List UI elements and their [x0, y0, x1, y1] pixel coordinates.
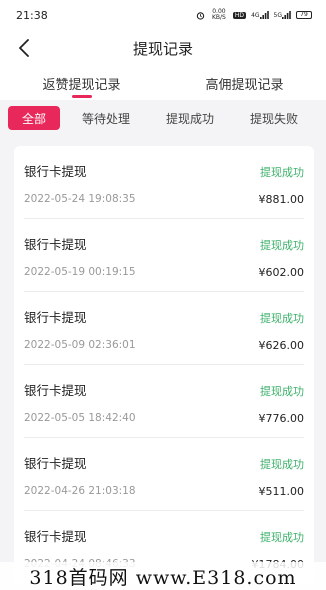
status-time: 21:38: [16, 8, 48, 22]
withdrawal-type: 银行卡提现: [24, 456, 87, 471]
status-bar: 21:38 0.00 KB/S HD 4G 5G 79: [0, 0, 326, 30]
list-item[interactable]: 银行卡提现 提现成功 2022-05-19 00:19:15 ¥602.00: [24, 219, 304, 292]
alarm-icon: [196, 11, 205, 20]
nav-bar: 提现记录: [0, 30, 326, 66]
status-badge: 提现成功: [260, 531, 304, 544]
hd-icon: HD: [232, 11, 247, 19]
top-section: 21:38 0.00 KB/S HD 4G 5G 79 提现记录 返赞提现记录: [0, 0, 326, 100]
status-badge: 提现成功: [260, 166, 304, 179]
withdrawal-type: 银行卡提现: [24, 310, 87, 325]
tab-rebate-withdrawals[interactable]: 返赞提现记录: [0, 66, 163, 100]
signal-icon-2: 5G: [274, 11, 291, 19]
list-item[interactable]: 银行卡提现 提现成功 2022-05-09 02:36:01 ¥626.00: [24, 292, 304, 365]
back-button[interactable]: [12, 36, 36, 60]
withdrawal-time: 2022-05-19 00:19:15: [24, 266, 136, 278]
battery-icon: 79: [296, 11, 312, 19]
tab-label: 高佣提现记录: [205, 77, 284, 93]
filter-failed[interactable]: 提现失败: [236, 106, 312, 130]
withdrawal-type: 银行卡提现: [24, 164, 87, 179]
status-badge: 提现成功: [260, 385, 304, 398]
status-badge: 提现成功: [260, 239, 304, 252]
withdrawal-amount: ¥881.00: [258, 193, 305, 206]
status-badge: 提现成功: [260, 458, 304, 471]
withdrawal-type: 银行卡提现: [24, 529, 87, 544]
filter-pending[interactable]: 等待处理: [68, 106, 144, 130]
withdrawal-amount: ¥511.00: [258, 485, 305, 498]
chevron-left-icon: [19, 39, 29, 57]
withdrawal-amount: ¥602.00: [258, 266, 305, 279]
withdrawal-time: 2022-05-09 02:36:01: [24, 339, 136, 351]
main-tabs: 返赞提现记录 高佣提现记录: [0, 66, 326, 100]
withdrawal-list: 银行卡提现 提现成功 2022-05-24 19:08:35 ¥881.00 银…: [14, 146, 314, 584]
list-item[interactable]: 银行卡提现 提现成功 2022-04-26 21:03:18 ¥511.00: [24, 438, 304, 511]
status-badge: 提现成功: [260, 312, 304, 325]
signal-icon: 4G: [251, 11, 269, 19]
filter-all[interactable]: 全部: [8, 106, 61, 130]
list-item[interactable]: 银行卡提现 提现成功 2022-05-05 18:42:40 ¥776.00: [24, 365, 304, 438]
status-icons: 0.00 KB/S HD 4G 5G 79: [196, 9, 312, 21]
tab-commission-withdrawals[interactable]: 高佣提现记录: [163, 66, 326, 100]
withdrawal-type: 银行卡提现: [24, 237, 87, 252]
filter-success[interactable]: 提现成功: [152, 106, 228, 130]
withdrawal-time: 2022-04-26 21:03:18: [24, 485, 136, 497]
withdrawal-time: 2022-05-05 18:42:40: [24, 412, 136, 424]
list-item[interactable]: 银行卡提现 提现成功 2022-05-24 19:08:35 ¥881.00: [24, 146, 304, 219]
page-title: 提现记录: [132, 39, 193, 58]
withdrawal-amount: ¥626.00: [258, 339, 305, 352]
status-filter-tabs: 全部 等待处理 提现成功 提现失败: [0, 100, 326, 136]
tab-label: 返赞提现记录: [42, 77, 121, 93]
withdrawal-time: 2022-05-24 19:08:35: [24, 193, 136, 205]
withdrawal-amount: ¥776.00: [258, 412, 305, 425]
watermark: 318首码网 www.E318.com: [0, 562, 326, 590]
withdrawal-type: 银行卡提现: [24, 383, 87, 398]
net-speed: 0.00 KB/S: [211, 8, 226, 21]
